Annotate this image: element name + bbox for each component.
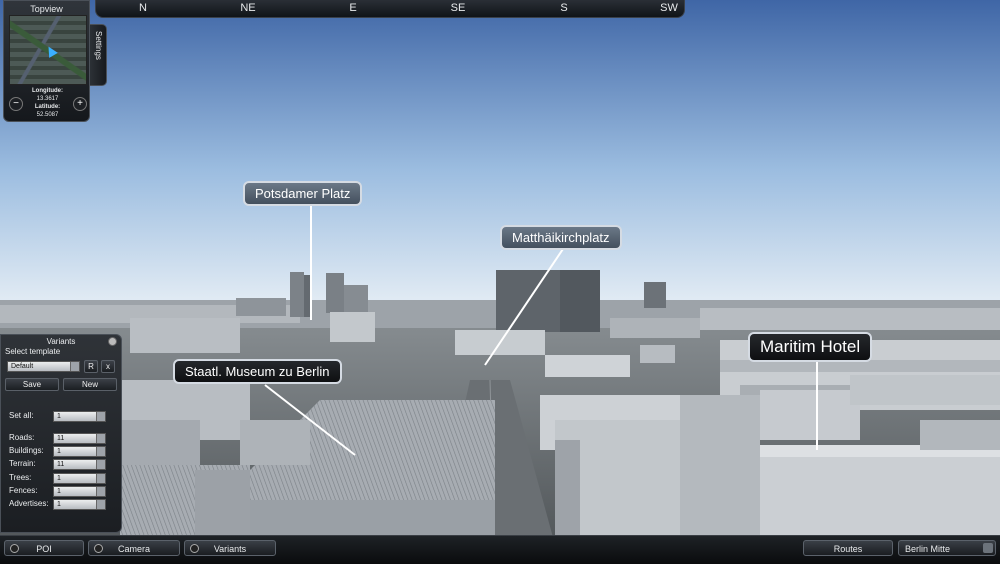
fences-dropdown[interactable]: 1 — [53, 486, 106, 497]
buildings-dropdown[interactable]: 1 — [53, 446, 106, 457]
variant-label-advertises: Advertises: — [9, 499, 49, 508]
minimap[interactable] — [9, 15, 87, 85]
topview-panel: Topview − + Longitude: 13.3617 Latitude:… — [3, 0, 90, 122]
compass-label-n: N — [139, 2, 147, 14]
set-all-dropdown[interactable]: 1 — [53, 411, 106, 422]
chevron-down-icon — [96, 500, 105, 509]
template-dropdown-value: Default — [11, 363, 34, 370]
advertises-value: 1 — [57, 501, 61, 508]
set-all-value: 1 — [57, 413, 61, 420]
close-icon[interactable] — [108, 337, 117, 346]
camera-position-icon — [44, 44, 58, 58]
chevron-down-icon — [983, 543, 993, 553]
city-3d-view[interactable] — [0, 0, 1000, 563]
latitude-value: 52.5087 — [36, 112, 59, 118]
new-button[interactable]: New — [63, 378, 117, 391]
compass-bar[interactable]: N NE E SE S SW — [95, 0, 685, 18]
trees-dropdown[interactable]: 1 — [53, 473, 106, 484]
longitude-label: Longitude: — [32, 88, 63, 94]
delete-template-button[interactable]: x — [101, 360, 115, 373]
compass-label-ne: NE — [240, 2, 256, 14]
set-all-label: Set all: — [9, 411, 34, 420]
variants-title: Variants — [46, 337, 76, 346]
topview-title: Topview — [30, 4, 63, 14]
select-template-label: Select template — [5, 347, 61, 356]
variant-label-trees: Trees: — [9, 473, 32, 482]
fences-value: 1 — [57, 488, 61, 495]
compass-label-se: SE — [450, 2, 466, 14]
compass-label-e: E — [349, 2, 357, 14]
variant-label-buildings: Buildings: — [9, 446, 44, 455]
compass-label-sw: SW — [660, 2, 678, 14]
variant-label-fences: Fences: — [9, 486, 38, 495]
callout-matthaikirchplatz[interactable]: Matthäikirchplatz — [500, 225, 622, 250]
variants-panel: Variants Select template Default R x Sav… — [0, 334, 122, 533]
buildings-value: 1 — [57, 448, 61, 455]
routes-button[interactable]: Routes — [803, 540, 893, 556]
variants-button[interactable]: Variants — [184, 540, 276, 556]
variant-label-roads: Roads: — [9, 433, 35, 442]
terrain-value: 11 — [57, 461, 65, 468]
advertises-dropdown[interactable]: 1 — [53, 499, 106, 510]
roads-value: 11 — [57, 435, 65, 442]
toggle-icon — [10, 544, 19, 553]
chevron-down-icon — [96, 412, 105, 421]
chevron-down-icon — [96, 460, 105, 469]
poi-button[interactable]: POI — [4, 540, 84, 556]
callout-staatl-museum[interactable]: Staatl. Museum zu Berlin — [173, 359, 342, 384]
poi-button-label: POI — [36, 544, 52, 554]
save-button[interactable]: Save — [5, 378, 59, 391]
camera-button[interactable]: Camera — [88, 540, 180, 556]
toggle-icon — [94, 544, 103, 553]
chevron-down-icon — [96, 474, 105, 483]
terrain-dropdown[interactable]: 11 — [53, 459, 106, 470]
settings-tab-label: Settings — [94, 31, 103, 60]
chevron-down-icon — [70, 362, 79, 371]
bottom-toolbar: POI Camera Variants Routes Berlin Mitte — [0, 535, 1000, 564]
compass-label-s: S — [560, 2, 568, 14]
chevron-down-icon — [96, 447, 105, 456]
camera-button-label: Camera — [117, 544, 150, 554]
variants-button-label: Variants — [213, 544, 247, 554]
callout-maritim-hotel[interactable]: Maritim Hotel — [748, 332, 873, 362]
template-dropdown[interactable]: Default — [7, 361, 80, 372]
trees-value: 1 — [57, 475, 61, 482]
district-dropdown[interactable]: Berlin Mitte — [898, 540, 996, 556]
latitude-label: Latitude: — [34, 104, 61, 110]
variant-label-terrain: Terrain: — [9, 459, 36, 468]
district-value: Berlin Mitte — [905, 544, 951, 554]
chevron-down-icon — [96, 487, 105, 496]
reset-button[interactable]: R — [84, 360, 98, 373]
roads-dropdown[interactable]: 11 — [53, 433, 106, 444]
chevron-down-icon — [96, 434, 105, 443]
toggle-icon — [190, 544, 199, 553]
callout-potsdamer-platz[interactable]: Potsdamer Platz — [243, 181, 363, 206]
settings-tab[interactable]: Settings — [90, 24, 107, 86]
longitude-value: 13.3617 — [36, 96, 59, 102]
